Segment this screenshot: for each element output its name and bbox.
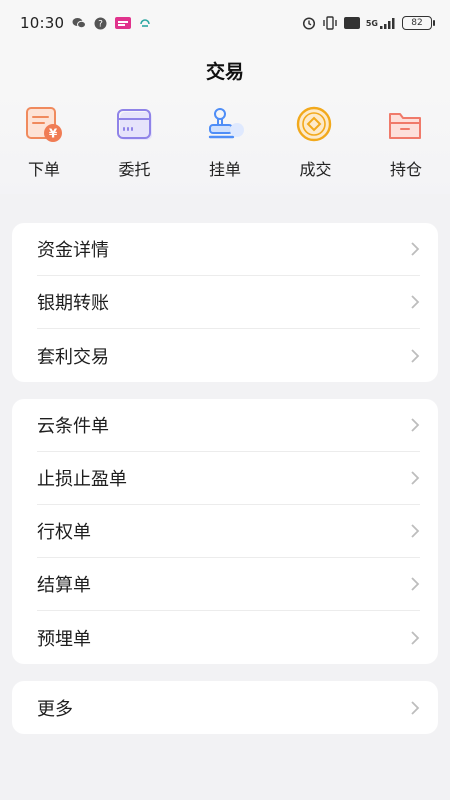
menu-item-label: 套利交易 — [37, 346, 109, 368]
menu-item-preset-order[interactable]: 预埋单 — [37, 611, 420, 664]
hd-icon — [343, 17, 360, 29]
alarm-icon — [302, 17, 315, 30]
order-form-icon: ¥ — [26, 107, 62, 142]
svg-text:?: ? — [98, 19, 103, 29]
quick-action-deal[interactable]: 成交 — [286, 94, 346, 194]
menu-group-orders: 云条件单 止损止盈单 行权单 结算单 预埋单 — [12, 399, 438, 664]
status-bar: 10:30 ? 5G 82 — [0, 0, 450, 46]
stamp-icon — [208, 108, 244, 139]
menu-item-exercise[interactable]: 行权单 — [37, 505, 420, 558]
network-label: 5G — [365, 18, 378, 28]
menu-item-label: 行权单 — [37, 522, 91, 543]
menu-item-label: 云条件单 — [37, 416, 109, 437]
menu-item-fund-details[interactable]: 资金详情 — [37, 223, 420, 276]
battery-indicator: 82 — [402, 16, 435, 30]
cloud-sync-icon — [140, 19, 151, 27]
quick-action-label: 下单 — [27, 160, 60, 179]
menu-group-more: 更多 — [12, 681, 438, 734]
status-time: 10:30 — [20, 14, 65, 32]
chevron-right-icon — [411, 577, 420, 591]
quick-action-order[interactable]: ¥ 下单 — [14, 94, 74, 194]
chevron-right-icon — [411, 700, 420, 715]
coin-icon — [296, 106, 331, 142]
menu-item-label: 止损止盈单 — [37, 469, 127, 490]
quick-actions: ¥ 下单 委托 挂单 成交 持仓 — [0, 94, 450, 194]
svg-text:¥: ¥ — [49, 127, 58, 141]
chevron-right-icon — [411, 418, 420, 432]
menu-item-cloud-condition[interactable]: 云条件单 — [37, 399, 420, 452]
notification-app-icon — [115, 17, 132, 29]
quick-action-pending[interactable]: 挂单 — [195, 94, 255, 194]
menu-item-label: 银期转账 — [37, 293, 109, 314]
chevron-right-icon — [411, 471, 420, 485]
menu-item-arbitrage[interactable]: 套利交易 — [37, 329, 420, 382]
wechat-icon — [72, 18, 87, 29]
chevron-right-icon — [411, 630, 420, 645]
chevron-right-icon — [411, 524, 420, 538]
quick-action-label: 成交 — [299, 160, 332, 179]
menu-item-label: 预埋单 — [37, 628, 91, 650]
header: 交易 — [0, 46, 450, 94]
help-circle-icon: ? — [94, 17, 107, 29]
menu-item-label: 资金详情 — [37, 240, 109, 261]
status-left: 10:30 ? — [20, 14, 151, 32]
entrust-card-icon — [116, 109, 152, 140]
quick-action-label: 持仓 — [389, 160, 422, 179]
quick-action-label: 挂单 — [208, 160, 241, 179]
folder-icon — [389, 113, 421, 139]
menu-item-stop-loss[interactable]: 止损止盈单 — [37, 452, 420, 505]
menu-item-label: 更多 — [37, 698, 73, 720]
quick-action-entrust[interactable]: 委托 — [105, 94, 165, 194]
menu-group-account: 资金详情 银期转账 套利交易 — [12, 223, 438, 382]
chevron-right-icon — [411, 348, 420, 363]
chevron-right-icon — [411, 295, 420, 309]
status-right: 5G 82 — [302, 16, 435, 30]
menu-item-more[interactable]: 更多 — [37, 681, 420, 734]
menu-item-bank-transfer[interactable]: 银期转账 — [37, 276, 420, 329]
quick-action-position[interactable]: 持仓 — [376, 94, 436, 194]
signal-icon — [380, 18, 395, 29]
quick-action-label: 委托 — [118, 160, 151, 179]
chevron-right-icon — [411, 242, 420, 256]
menu-item-label: 结算单 — [37, 575, 91, 596]
page-title: 交易 — [205, 60, 244, 83]
menu-item-settlement[interactable]: 结算单 — [37, 558, 420, 611]
vibrate-icon — [323, 16, 337, 30]
